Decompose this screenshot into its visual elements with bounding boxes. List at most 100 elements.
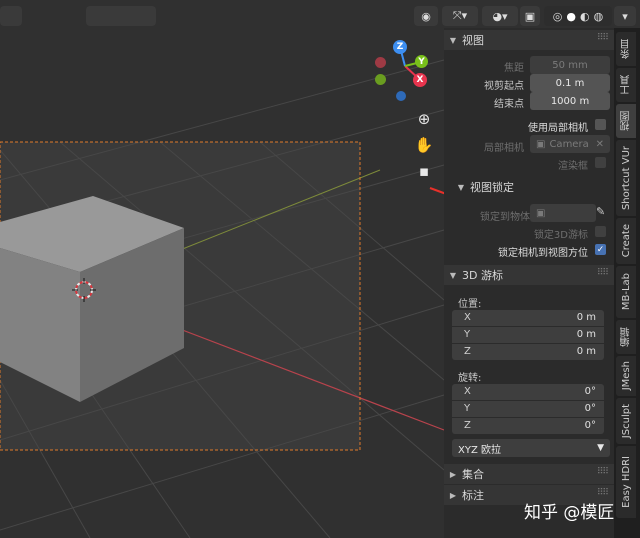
shading-options-icon[interactable]: ▾ xyxy=(614,6,636,26)
axis-label: Y xyxy=(464,403,471,414)
rotation-label: 旋转: xyxy=(458,373,482,384)
collapsed-icon: ▶ xyxy=(449,469,457,479)
lock-cursor-checkbox[interactable] xyxy=(595,226,606,237)
shading-mode-buttons[interactable]: ◎ ● ◐ ◍ xyxy=(544,6,612,26)
eyedropper-icon[interactable]: ✎ xyxy=(596,205,605,218)
expand-icon: ▼ xyxy=(457,182,465,192)
material-preview-icon[interactable]: ◐ xyxy=(580,10,590,23)
axis-value: 0° xyxy=(584,420,596,431)
overlay-toggle-icon[interactable]: ◕▾ xyxy=(482,6,518,26)
clip-end-label: 结束点 xyxy=(494,99,524,110)
axis-label: X xyxy=(464,386,471,397)
tab-jsculpt[interactable]: JSculpt xyxy=(616,398,636,444)
gizmo-neg-y-axis[interactable] xyxy=(375,74,386,85)
render-region-checkbox[interactable] xyxy=(595,157,606,168)
lock-cursor-label: 锁定3D游标 xyxy=(533,230,588,241)
expand-icon: ▼ xyxy=(449,270,457,280)
local-camera-field[interactable]: ▣ Camera ✕ xyxy=(530,135,610,153)
sidebar-tabs: 条目 工具 视图 Shortcut VUr Create MB-Lab 编辑 J… xyxy=(614,28,640,538)
zoom-icon[interactable]: ⊕ xyxy=(413,108,435,130)
lock-camera-label: 锁定相机到视图方位 xyxy=(498,248,588,259)
drag-grip-icon[interactable]: ⠿⠿ xyxy=(597,488,609,498)
axis-label: Z xyxy=(464,420,471,431)
clip-start-label: 视剪起点 xyxy=(484,81,524,92)
rotation-x-field[interactable]: X 0° xyxy=(452,384,604,400)
tab-label: 编辑 xyxy=(620,327,632,347)
solid-icon[interactable]: ● xyxy=(566,10,576,23)
tab-tool[interactable]: 工具 xyxy=(616,68,636,102)
local-camera-label: 局部相机 xyxy=(484,143,524,154)
lock-object-field[interactable]: ▣ xyxy=(530,204,596,222)
sidebar-panel: ▼ 视图 ⠿⠿ 焦距 50 mm 视剪起点 0.1 m 结束点 1000 m 使… xyxy=(444,28,614,538)
camera-view-icon[interactable]: ▪ xyxy=(413,160,435,182)
local-camera-checkbox[interactable] xyxy=(595,119,606,130)
axis-value: 0 m xyxy=(576,346,596,357)
wireframe-icon[interactable]: ◎ xyxy=(553,10,563,23)
gizmo-x-axis[interactable]: X xyxy=(413,73,427,87)
location-y-field[interactable]: Y 0 m xyxy=(452,327,604,343)
tab-label: JMesh xyxy=(620,361,632,391)
rotation-mode-dropdown[interactable]: XYZ 欧拉 ▼ xyxy=(452,439,610,457)
tab-item[interactable]: 条目 xyxy=(616,32,636,66)
view-menu-button[interactable] xyxy=(86,6,156,26)
location-z-field[interactable]: Z 0 m xyxy=(452,344,604,360)
collapsed-icon: ▶ xyxy=(449,490,457,500)
drag-grip-icon[interactable]: ⠿⠿ xyxy=(597,33,609,43)
gizmo-neg-z-axis[interactable] xyxy=(396,91,406,101)
tab-label: Shortcut VUr xyxy=(620,145,632,211)
axis-label: Y xyxy=(464,329,471,340)
collections-section-header[interactable]: ▶ 集合 ⠿⠿ xyxy=(444,464,614,484)
gizmo-y-axis[interactable]: Y xyxy=(415,55,428,68)
axis-label: Z xyxy=(464,346,471,357)
local-camera-check-label: 使用局部相机 xyxy=(528,123,588,134)
rotation-mode-value: XYZ 欧拉 xyxy=(458,444,501,456)
camera-data-icon: ▣ xyxy=(536,138,546,150)
expand-icon: ▼ xyxy=(449,35,457,45)
gizmo-toggle-icon[interactable]: ⤧▾ xyxy=(442,6,478,26)
tab-easy-hdri[interactable]: Easy HDRI xyxy=(616,446,636,518)
rotation-y-field[interactable]: Y 0° xyxy=(452,401,604,417)
clip-end-field[interactable]: 1000 m xyxy=(530,92,610,110)
visibility-icon[interactable]: ◉ xyxy=(414,6,438,26)
tab-label: Create xyxy=(620,224,632,258)
gizmo-neg-x-axis[interactable] xyxy=(375,57,386,68)
focal-length-field[interactable]: 50 mm xyxy=(530,56,610,74)
pan-hand-icon[interactable]: ✋ xyxy=(413,134,435,156)
tab-jmesh[interactable]: JMesh xyxy=(616,356,636,396)
render-region-label: 渲染框 xyxy=(558,161,588,172)
tab-create[interactable]: Create xyxy=(616,218,636,264)
rendered-icon[interactable]: ◍ xyxy=(594,10,604,23)
drag-grip-icon[interactable]: ⠿⠿ xyxy=(597,268,609,278)
xray-toggle-icon[interactable]: ▣ xyxy=(520,6,540,26)
viewport-header: ◉ ⤧▾ ◕▾ ▣ ◎ ● ◐ ◍ ▾ xyxy=(0,0,640,30)
collections-title: 集合 xyxy=(462,468,484,481)
view-section-header[interactable]: ▼ 视图 ⠿⠿ xyxy=(444,30,614,50)
lock-camera-checkbox[interactable]: ✓ xyxy=(595,244,606,255)
tab-label: 视图 xyxy=(620,111,632,131)
clear-icon[interactable]: ✕ xyxy=(596,139,604,150)
chevron-down-icon: ▼ xyxy=(597,443,604,453)
tab-shortcut-vur[interactable]: Shortcut VUr xyxy=(616,140,636,216)
tab-label: 工具 xyxy=(620,75,632,95)
view-section-title: 视图 xyxy=(462,34,484,47)
axis-value: 0 m xyxy=(576,312,596,323)
tab-edit[interactable]: 编辑 xyxy=(616,320,636,354)
axis-value: 0 m xyxy=(576,329,596,340)
tab-mb-lab[interactable]: MB-Lab xyxy=(616,266,636,318)
watermark: 知乎 @模匠 xyxy=(524,503,615,523)
annotations-title: 标注 xyxy=(462,489,484,502)
tab-view[interactable]: 视图 xyxy=(616,104,636,138)
object-icon: ▣ xyxy=(536,207,546,219)
gizmo-z-axis[interactable]: Z xyxy=(393,40,407,54)
drag-grip-icon[interactable]: ⠿⠿ xyxy=(597,467,609,477)
view-lock-header[interactable]: ▼ 视图锁定 xyxy=(444,177,614,197)
location-x-field[interactable]: X 0 m xyxy=(452,310,604,326)
tab-label: 条目 xyxy=(620,39,632,59)
rotation-z-field[interactable]: Z 0° xyxy=(452,418,604,434)
cursor-section-header[interactable]: ▼ 3D 游标 ⠿⠿ xyxy=(444,265,614,285)
local-camera-value: Camera xyxy=(549,138,589,150)
lock-object-label: 锁定到物体 xyxy=(480,212,530,223)
clip-start-field[interactable]: 0.1 m xyxy=(530,74,610,92)
editor-type-button[interactable] xyxy=(0,6,22,26)
tab-label: JSculpt xyxy=(620,403,632,439)
